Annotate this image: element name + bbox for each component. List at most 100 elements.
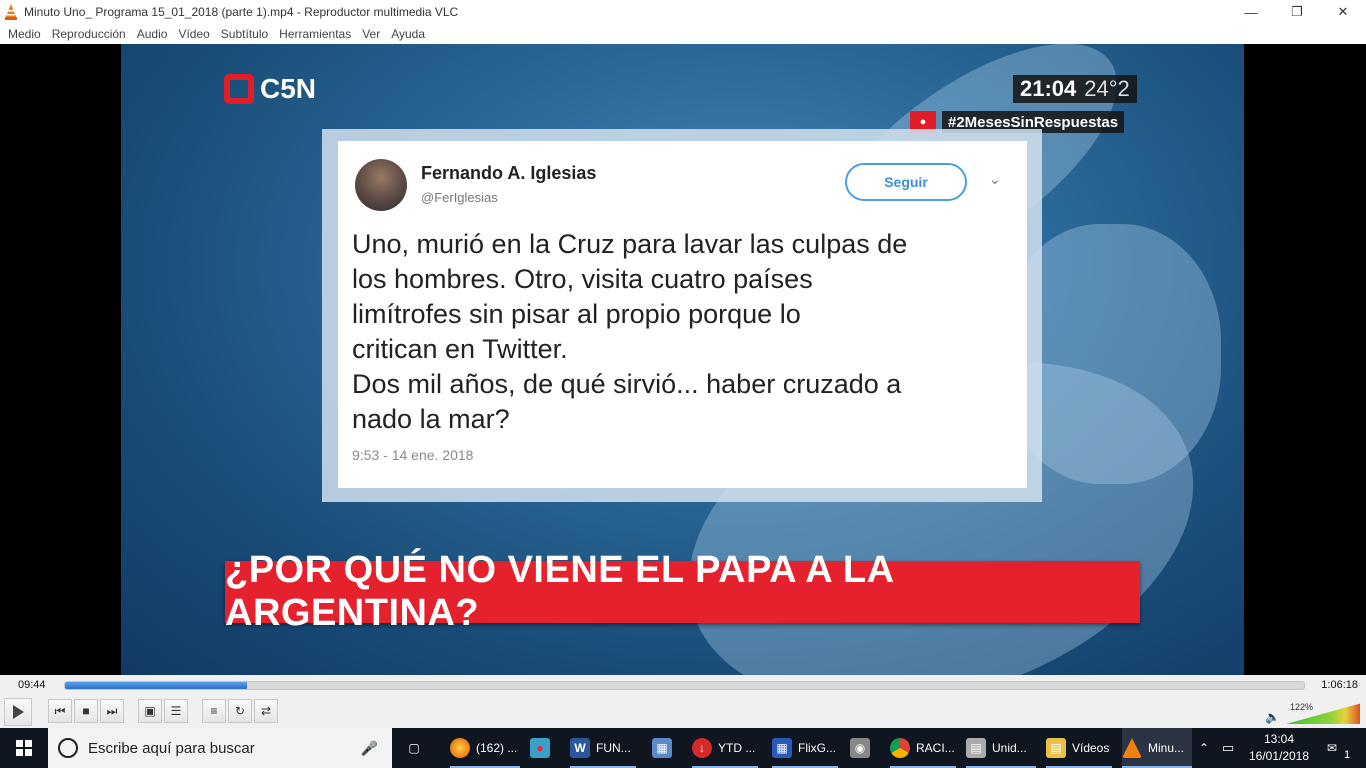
window-title: Minuto Uno_ Programa 15_01_2018 (parte 1… xyxy=(24,5,459,19)
vlc-icon xyxy=(5,4,17,20)
microphone-icon[interactable]: 🎤 xyxy=(361,740,378,757)
previous-icon: ⏮ xyxy=(54,703,66,718)
tweet-handle: @FerIglesias xyxy=(421,190,498,205)
menu-video[interactable]: Vídeo xyxy=(178,27,209,41)
drive-icon: ▤ xyxy=(966,738,986,758)
flixgrab-icon: ▦ xyxy=(772,738,792,758)
seek-bar[interactable] xyxy=(64,681,1305,690)
tweet-card: Fernando A. Iglesias @FerIglesias Seguir… xyxy=(338,141,1027,488)
avatar xyxy=(355,159,407,211)
notification-count: 1 xyxy=(1344,749,1351,761)
loop-icon: ↻ xyxy=(234,704,246,718)
show-hidden-icons-chevron-up-icon[interactable]: ⌃ xyxy=(1199,728,1209,768)
taskbar-app-screen-recorder[interactable]: ● xyxy=(530,728,558,768)
taskbar-app-drive[interactable]: ▤ Unid... xyxy=(966,728,1036,768)
c5n-logo-mark xyxy=(224,74,254,104)
taskbar-app-label: Unid... xyxy=(992,741,1027,755)
taskbar-app-flixgrab[interactable]: ▦ FlixG... xyxy=(772,728,838,768)
restore-button[interactable]: ❐ xyxy=(1274,0,1320,24)
taskbar-app-explorer[interactable]: ▤ Vídeos xyxy=(1046,728,1112,768)
windows-icon xyxy=(16,740,32,756)
task-view-button[interactable]: ▢ xyxy=(404,728,430,768)
follow-button: Seguir xyxy=(845,163,967,201)
menu-bar: Medio Reproducción Audio Vídeo Subtítulo… xyxy=(0,24,1366,44)
headline-banner: ¿POR QUÉ NO VIENE EL PAPA A LA ARGENTINA… xyxy=(225,549,1140,634)
play-icon xyxy=(13,705,24,719)
taskbar-app-vlc[interactable]: Minu... xyxy=(1122,728,1192,768)
computer-icon: ▦ xyxy=(652,738,672,758)
loop-button[interactable]: ↻ xyxy=(228,699,252,723)
folder-icon: ▤ xyxy=(1046,738,1066,758)
menu-reproduccion[interactable]: Reproducción xyxy=(52,27,126,41)
previous-button[interactable]: ⏮ xyxy=(48,699,72,723)
channel-logo: C5N xyxy=(224,73,316,105)
player-controls: ⏮ ■ ⏭ ▣ ☰ ≡ ↻ ⇄ 🔈 122% xyxy=(0,697,1366,728)
fullscreen-icon: ▣ xyxy=(144,704,156,718)
elapsed-time: 09:44 xyxy=(18,679,46,691)
taskbar-app-ytd[interactable]: ↓ YTD ... xyxy=(692,728,758,768)
task-view-icon: ▢ xyxy=(408,741,420,755)
chevron-down-icon: ⌄ xyxy=(989,171,1001,187)
speaker-icon[interactable]: 🔈 xyxy=(1265,710,1280,724)
menu-subtitulo[interactable]: Subtítulo xyxy=(221,27,268,41)
taskbar-app-label: RACI... xyxy=(916,741,955,755)
menu-medio[interactable]: Medio xyxy=(8,27,41,41)
search-placeholder: Escribe aquí para buscar xyxy=(88,739,255,757)
camera-icon: ◉ xyxy=(850,738,870,758)
stop-icon: ■ xyxy=(82,704,90,718)
playlist-icon: ≡ xyxy=(210,704,218,718)
ytd-icon: ↓ xyxy=(692,738,712,758)
video-area[interactable]: C5N 21:04 24°2 ● #2MesesSinRespuestas Fe… xyxy=(0,44,1366,675)
network-icon[interactable]: ▭ xyxy=(1222,728,1234,768)
taskbar: Escribe aquí para buscar 🎤 ▢ (162) ... ●… xyxy=(0,728,1366,768)
word-icon: W xyxy=(570,738,590,758)
system-clock[interactable]: 13:04 16/01/2018 xyxy=(1247,731,1311,765)
total-time: 1:06:18 xyxy=(1321,679,1358,691)
taskbar-app-label: YTD ... xyxy=(718,741,756,755)
stop-button[interactable]: ■ xyxy=(74,699,98,723)
play-button[interactable] xyxy=(4,698,32,726)
menu-ver[interactable]: Ver xyxy=(362,27,380,41)
firefox-icon xyxy=(450,738,470,758)
close-button[interactable]: ✕ xyxy=(1320,0,1366,24)
taskbar-app-firefox[interactable]: (162) ... xyxy=(450,728,520,768)
tweet-frame: Fernando A. Iglesias @FerIglesias Seguir… xyxy=(322,129,1042,502)
volume-percent: 122% xyxy=(1290,702,1314,712)
taskbar-app-label: FUN... xyxy=(596,741,631,755)
equalizer-icon: ☰ xyxy=(170,704,182,718)
taskbar-search[interactable]: Escribe aquí para buscar 🎤 xyxy=(48,728,392,768)
taskbar-app-computer[interactable]: ▦ xyxy=(652,728,680,768)
tweet-text: Uno, murió en la Cruz para lavar las cul… xyxy=(352,229,908,434)
taskbar-app-camera[interactable]: ◉ xyxy=(850,728,878,768)
seek-row: 09:44 1:06:18 xyxy=(0,675,1366,697)
broadcast-temperature: 24°2 xyxy=(1084,76,1130,101)
start-button[interactable] xyxy=(0,728,48,768)
tweet-date: 9:53 - 14 ene. 2018 xyxy=(352,447,474,463)
playlist-button[interactable]: ≡ xyxy=(202,699,226,723)
system-time: 13:04 xyxy=(1263,732,1295,746)
seek-bar-fill xyxy=(65,682,248,689)
system-date: 16/01/2018 xyxy=(1248,749,1310,763)
taskbar-app-label: Vídeos xyxy=(1072,741,1110,755)
notification-icon: ✉ xyxy=(1326,741,1338,755)
shuffle-button[interactable]: ⇄ xyxy=(254,699,278,723)
cortana-icon xyxy=(58,738,78,758)
screen-recorder-icon: ● xyxy=(530,738,550,758)
broadcast-clock: 21:04 24°2 xyxy=(1013,75,1137,103)
fullscreen-button[interactable]: ▣ xyxy=(138,699,162,723)
menu-audio[interactable]: Audio xyxy=(137,27,168,41)
next-button[interactable]: ⏭ xyxy=(100,699,124,723)
tweet-author: Fernando A. Iglesias xyxy=(421,163,597,183)
menu-herramientas[interactable]: Herramientas xyxy=(279,27,351,41)
menu-ayuda[interactable]: Ayuda xyxy=(391,27,425,41)
taskbar-app-chrome[interactable]: RACI... xyxy=(890,728,956,768)
taskbar-app-label: (162) ... xyxy=(476,741,518,755)
taskbar-app-label: FlixG... xyxy=(798,741,836,755)
action-center-button[interactable]: ✉ 1 xyxy=(1322,728,1352,768)
next-icon: ⏭ xyxy=(106,703,118,718)
taskbar-app-word[interactable]: W FUN... xyxy=(570,728,636,768)
vlc-icon xyxy=(1122,738,1142,758)
extended-settings-button[interactable]: ☰ xyxy=(164,699,188,723)
minimize-button[interactable]: — xyxy=(1228,0,1274,24)
video-frame: C5N 21:04 24°2 ● #2MesesSinRespuestas Fe… xyxy=(121,44,1244,675)
